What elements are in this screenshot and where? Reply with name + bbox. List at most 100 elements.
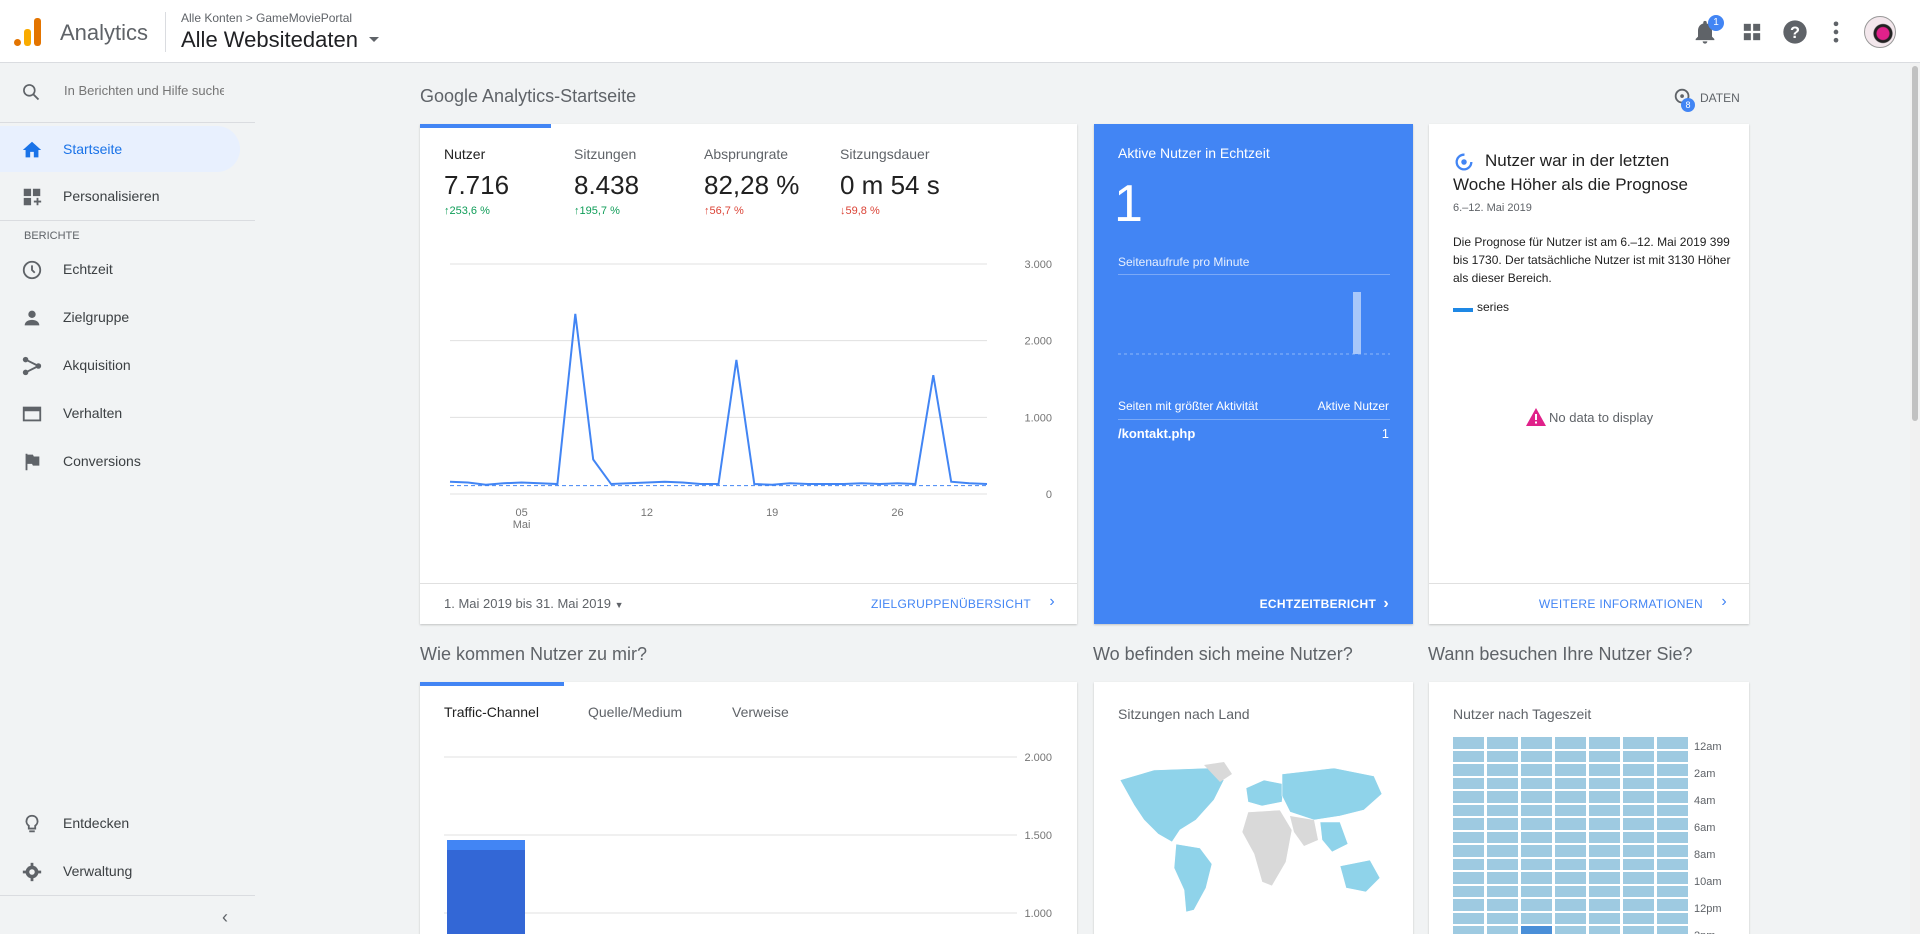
heatmap-cell[interactable] — [1555, 764, 1586, 776]
heatmap-cell[interactable] — [1623, 926, 1654, 934]
heatmap-cell[interactable] — [1589, 899, 1620, 911]
heatmap-cell[interactable] — [1555, 845, 1586, 857]
nav-item-verhalten[interactable]: Verhalten — [0, 390, 240, 436]
heatmap-cell[interactable] — [1589, 818, 1620, 830]
view-selector[interactable]: Alle Websitedaten — [181, 27, 358, 53]
analytics-logo-icon[interactable] — [14, 16, 42, 46]
heatmap-cell[interactable] — [1657, 777, 1688, 789]
heatmap-cell[interactable] — [1453, 872, 1484, 884]
heatmap-cell[interactable] — [1555, 777, 1586, 789]
heatmap-cell[interactable] — [1657, 845, 1688, 857]
nav-item-personalisieren[interactable]: Personalisieren — [0, 173, 240, 219]
heatmap-cell[interactable] — [1487, 885, 1518, 897]
heatmap-cell[interactable] — [1555, 926, 1586, 934]
scrollbar-thumb[interactable] — [1912, 66, 1918, 421]
heatmap-cell[interactable] — [1657, 764, 1688, 776]
heatmap-cell[interactable] — [1453, 777, 1484, 789]
heatmap-cell[interactable] — [1657, 885, 1688, 897]
heatmap-cell[interactable] — [1589, 804, 1620, 816]
heatmap-cell[interactable] — [1623, 858, 1654, 870]
heatmap-cell[interactable] — [1623, 791, 1654, 803]
heatmap-cell[interactable] — [1555, 804, 1586, 816]
heatmap-cell[interactable] — [1623, 750, 1654, 762]
heatmap-cell[interactable] — [1555, 791, 1586, 803]
metric-sitzungen[interactable]: Sitzungen 8.438 ↑195,7 % — [574, 146, 639, 217]
nav-item-zielgruppe[interactable]: Zielgruppe — [0, 294, 240, 340]
heatmap-cell[interactable] — [1521, 750, 1552, 762]
chevron-right-icon[interactable]: › — [1049, 593, 1055, 611]
collapse-sidebar-chevron-icon[interactable]: ‹ — [222, 907, 228, 928]
heatmap-cell[interactable] — [1623, 818, 1654, 830]
heatmap-cell[interactable] — [1453, 737, 1484, 749]
heatmap-cell[interactable] — [1487, 750, 1518, 762]
heatmap-cell[interactable] — [1589, 831, 1620, 843]
heatmap-cell[interactable] — [1487, 831, 1518, 843]
heatmap-cell[interactable] — [1521, 885, 1552, 897]
heatmap-cell[interactable] — [1555, 912, 1586, 924]
heatmap-cell[interactable] — [1657, 912, 1688, 924]
heatmap-cell[interactable] — [1657, 926, 1688, 934]
heatmap-cell[interactable] — [1555, 750, 1586, 762]
heatmap-cell[interactable] — [1521, 831, 1552, 843]
heatmap-cell[interactable] — [1487, 818, 1518, 830]
time-heatmap[interactable] — [1453, 737, 1693, 934]
heatmap-cell[interactable] — [1453, 831, 1484, 843]
heatmap-cell[interactable] — [1487, 845, 1518, 857]
top-page-path[interactable]: /kontakt.php — [1118, 426, 1195, 441]
heatmap-cell[interactable] — [1657, 804, 1688, 816]
heatmap-cell[interactable] — [1589, 777, 1620, 789]
heatmap-cell[interactable] — [1487, 926, 1518, 934]
heatmap-cell[interactable] — [1453, 791, 1484, 803]
insights-button[interactable]: DATEN — [1700, 91, 1740, 105]
heatmap-cell[interactable] — [1487, 872, 1518, 884]
apps-grid-icon[interactable] — [1738, 18, 1766, 46]
heatmap-cell[interactable] — [1657, 818, 1688, 830]
heatmap-cell[interactable] — [1657, 872, 1688, 884]
nav-item-echtzeit[interactable]: Echtzeit — [0, 246, 240, 292]
chevron-right-icon[interactable]: › — [1721, 593, 1727, 611]
nav-item-verwaltung[interactable]: Verwaltung — [0, 848, 240, 894]
nav-item-startseite[interactable]: Startseite — [0, 126, 240, 172]
account-breadcrumb[interactable]: Alle Konten > GameMoviePortal — [181, 11, 352, 25]
heatmap-cell[interactable] — [1521, 804, 1552, 816]
heatmap-cell[interactable] — [1453, 926, 1484, 934]
nav-item-conversions[interactable]: Conversions — [0, 438, 240, 484]
heatmap-cell[interactable] — [1623, 885, 1654, 897]
date-range-selector[interactable]: 1. Mai 2019 bis 31. Mai 2019 ▼ — [444, 596, 623, 611]
heatmap-cell[interactable] — [1657, 750, 1688, 762]
heatmap-cell[interactable] — [1589, 858, 1620, 870]
heatmap-cell[interactable] — [1589, 845, 1620, 857]
heatmap-cell[interactable] — [1521, 912, 1552, 924]
caret-down-icon[interactable] — [369, 37, 379, 42]
heatmap-cell[interactable] — [1589, 737, 1620, 749]
heatmap-cell[interactable] — [1453, 899, 1484, 911]
heatmap-cell[interactable] — [1555, 858, 1586, 870]
tab-quelle-medium[interactable]: Quelle/Medium — [588, 704, 682, 720]
tab-traffic-channel[interactable]: Traffic-Channel — [444, 704, 539, 720]
realtime-report-link[interactable]: ECHTZEITBERICHT › — [1260, 595, 1389, 613]
heatmap-cell[interactable] — [1623, 845, 1654, 857]
heatmap-cell[interactable] — [1555, 872, 1586, 884]
heatmap-cell[interactable] — [1521, 818, 1552, 830]
metric-nutzer[interactable]: Nutzer 7.716 ↑253,6 % — [444, 146, 509, 217]
heatmap-cell[interactable] — [1487, 764, 1518, 776]
heatmap-cell[interactable] — [1589, 926, 1620, 934]
heatmap-cell[interactable] — [1521, 926, 1552, 934]
heatmap-cell[interactable] — [1453, 764, 1484, 776]
nav-item-entdecken[interactable]: Entdecken — [0, 800, 240, 846]
heatmap-cell[interactable] — [1589, 912, 1620, 924]
heatmap-cell[interactable] — [1521, 777, 1552, 789]
heatmap-cell[interactable] — [1657, 831, 1688, 843]
heatmap-cell[interactable] — [1453, 845, 1484, 857]
help-icon[interactable]: ? — [1781, 18, 1809, 46]
heatmap-cell[interactable] — [1657, 858, 1688, 870]
heatmap-cell[interactable] — [1521, 872, 1552, 884]
heatmap-cell[interactable] — [1521, 858, 1552, 870]
audience-overview-link[interactable]: ZIELGRUPPENÜBERSICHT — [871, 597, 1031, 611]
heatmap-cell[interactable] — [1589, 791, 1620, 803]
nav-item-akquisition[interactable]: Akquisition — [0, 342, 240, 388]
heatmap-cell[interactable] — [1555, 885, 1586, 897]
heatmap-cell[interactable] — [1521, 791, 1552, 803]
heatmap-cell[interactable] — [1453, 912, 1484, 924]
heatmap-cell[interactable] — [1521, 764, 1552, 776]
